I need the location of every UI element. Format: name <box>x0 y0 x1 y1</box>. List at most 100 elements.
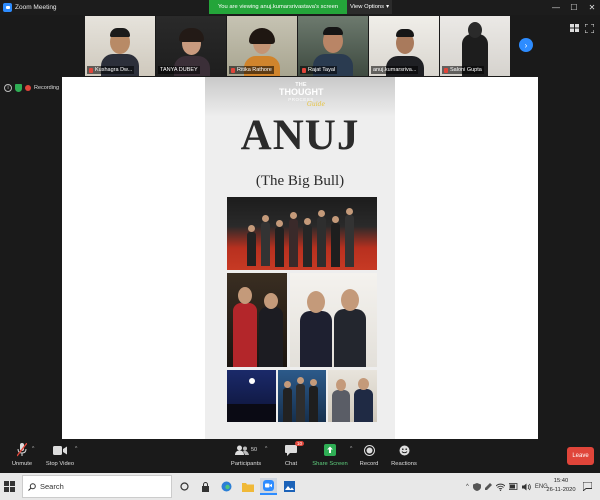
participant-name: Ritika Rathore <box>237 67 272 73</box>
zoom-meeting-window: Zoom Meeting — ☐ ✕ You are viewing anuj.… <box>0 0 600 500</box>
participant-tile[interactable]: Kushagra Dw... <box>85 16 155 76</box>
participants-caret-icon[interactable]: ^ <box>265 446 267 452</box>
person-head <box>346 208 353 215</box>
taskbar-clock[interactable]: 15:40 26-11-2020 <box>546 477 576 495</box>
participant-nameplate: anuj.kumarsriva... <box>371 66 419 74</box>
participants-icon <box>234 445 249 455</box>
mic-muted-icon <box>302 67 306 73</box>
gallery-view-icon[interactable] <box>570 24 579 34</box>
recording-dot-icon <box>25 85 31 91</box>
document-subheading: (The Big Bull) <box>255 173 345 189</box>
stop-video-label: Stop Video <box>45 461 75 467</box>
person-head <box>284 381 291 388</box>
person-figure <box>334 309 366 367</box>
person-figure <box>289 219 298 267</box>
participant-tile[interactable]: TANYA DUBEY <box>156 16 226 76</box>
wifi-icon[interactable] <box>495 483 505 491</box>
person-head <box>336 379 346 391</box>
participant-hair <box>396 29 414 37</box>
next-participants-button[interactable]: › <box>519 38 533 52</box>
mic-muted-icon <box>231 67 235 73</box>
view-options-label: View Options <box>350 4 385 10</box>
windows-taskbar: Search ^ ENG 15:40 26-11-2020 <box>0 473 600 500</box>
speaker-icon[interactable] <box>521 483 531 491</box>
video-options-caret-icon[interactable]: ^ <box>75 446 77 452</box>
logo-line: Guide <box>307 101 325 108</box>
windows-start-icon[interactable] <box>4 481 15 492</box>
participant-tile[interactable]: Saloni Gupta <box>440 16 510 76</box>
person-head <box>290 212 297 219</box>
crowd-photo <box>227 370 276 422</box>
person-figure <box>296 384 305 422</box>
person-head <box>307 291 325 313</box>
window-title: Zoom Meeting <box>15 4 57 11</box>
edge-browser-icon[interactable] <box>218 478 235 495</box>
person-head <box>276 220 283 227</box>
battery-icon[interactable] <box>508 483 518 490</box>
participant-face <box>468 22 482 38</box>
lock-app-icon[interactable] <box>197 478 214 495</box>
participant-nameplate: Ritika Rathore <box>229 66 274 74</box>
person-figure <box>303 225 312 267</box>
person-figure <box>233 303 257 367</box>
participant-tile[interactable]: anuj.kumarsriva... <box>369 16 439 76</box>
participant-strip: Kushagra Dw... TANYA DUBEY Ritika Rathor… <box>85 16 510 76</box>
leave-button[interactable]: Leave <box>567 447 594 465</box>
audio-options-caret-icon[interactable]: ^ <box>32 446 34 452</box>
mic-muted-icon <box>444 67 448 73</box>
recording-label: Recording <box>34 85 60 91</box>
mic-muted-icon <box>17 443 27 457</box>
logo-line: THOUGHT <box>279 87 324 97</box>
reactions-button[interactable]: Reactions <box>382 442 426 472</box>
person-figure <box>283 388 292 422</box>
person-head <box>332 216 339 223</box>
photos-app-icon[interactable] <box>281 478 298 495</box>
close-icon: ✕ <box>588 3 596 12</box>
smiley-icon <box>399 445 409 455</box>
minimize-button[interactable]: — <box>548 0 564 15</box>
person-head <box>248 225 255 232</box>
cortana-icon[interactable] <box>176 478 193 495</box>
participant-hair <box>323 27 343 35</box>
participant-name: Rajat Tayal <box>308 67 336 73</box>
chat-button[interactable]: 10 Chat <box>269 441 313 472</box>
clock-time: 15:40 <box>553 478 569 484</box>
info-glyph: i <box>7 85 9 91</box>
person-figure <box>275 227 284 267</box>
video-camera-icon <box>53 445 67 455</box>
close-button[interactable]: ✕ <box>584 0 600 15</box>
meeting-toolbar: Unmute ^ Stop Video ^ 50 Participants ^ … <box>0 440 600 473</box>
stage-group-photo <box>278 370 326 422</box>
hidden-icons-chevron[interactable]: ^ <box>466 484 469 490</box>
participant-name: anuj.kumarsriva... <box>373 67 417 73</box>
maximize-button[interactable]: ☐ <box>566 0 582 15</box>
search-placeholder: Search <box>40 482 64 491</box>
duo-photo-right <box>290 273 377 367</box>
shield-icon[interactable] <box>472 482 481 491</box>
person-head <box>310 379 317 386</box>
group-photo <box>227 197 377 270</box>
taskbar-search-box[interactable]: Search <box>22 475 172 498</box>
chevron-down-icon: ▾ <box>386 4 389 10</box>
stage-light <box>249 378 255 384</box>
participants-button[interactable]: 50 Participants <box>224 442 268 472</box>
participants-count: 50 <box>250 447 258 453</box>
meeting-info-icon[interactable]: i <box>4 84 12 92</box>
notifications-icon[interactable] <box>579 478 596 495</box>
mic-muted-icon <box>89 67 93 73</box>
participant-tile[interactable]: Rajat Tayal <box>298 16 368 76</box>
encryption-shield-icon[interactable] <box>15 84 22 92</box>
share-screen-button[interactable]: Share Screen <box>308 442 352 472</box>
pen-icon[interactable] <box>484 482 492 491</box>
participant-tile[interactable]: Ritika Rathore <box>227 16 297 76</box>
clock-date: 26-11-2020 <box>546 487 576 493</box>
zoom-taskbar-icon[interactable] <box>260 478 277 495</box>
file-explorer-icon[interactable] <box>239 478 256 495</box>
fullscreen-icon[interactable] <box>584 23 595 34</box>
viewing-banner: You are viewing anuj.kumarsrivastava's s… <box>209 0 392 14</box>
crowd-silhouette <box>227 404 276 422</box>
view-options-button[interactable]: View Options ▾ <box>347 0 392 14</box>
participant-nameplate: Kushagra Dw... <box>87 66 135 74</box>
chat-label: Chat <box>284 461 298 467</box>
participant-nameplate: Saloni Gupta <box>442 66 484 74</box>
